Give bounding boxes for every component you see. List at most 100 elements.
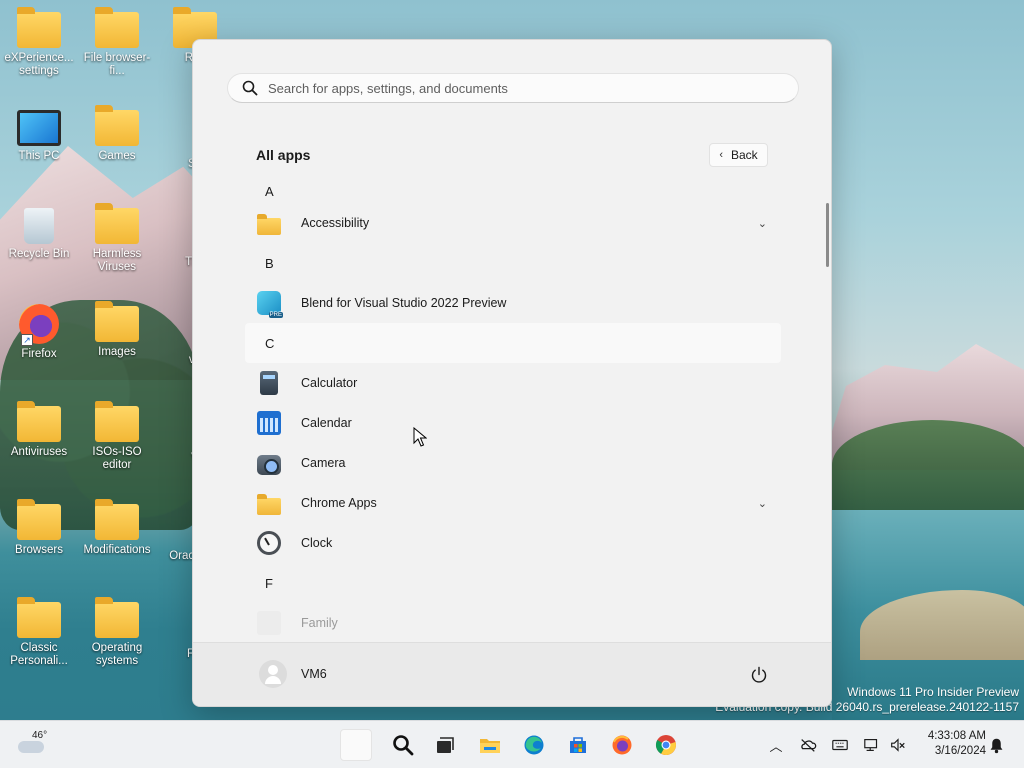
all-apps-title: All apps	[256, 147, 311, 163]
firefox-button[interactable]	[606, 729, 638, 761]
folder-icon	[257, 213, 281, 235]
search-icon	[242, 80, 258, 96]
network-icon[interactable]	[862, 735, 882, 755]
desktop-icon-harmless-viruses[interactable]: Harmless Viruses	[79, 203, 155, 274]
folder-icon	[257, 493, 281, 515]
keyboard-icon[interactable]	[830, 735, 850, 755]
letter-header-label: F	[265, 575, 273, 591]
file-explorer-icon	[480, 739, 500, 753]
app-item-calendar[interactable]: Calendar	[245, 403, 781, 443]
task-view-button[interactable]	[429, 729, 461, 761]
letter-header-b[interactable]: B	[245, 243, 781, 283]
desktop-icon-modifications[interactable]: Modifications	[79, 499, 155, 557]
app-item-label: Family	[301, 616, 338, 630]
desktop-icon-games[interactable]: Games	[79, 105, 155, 163]
clock-date: 3/16/2024	[934, 745, 986, 757]
app-item-family[interactable]: Family	[245, 603, 781, 643]
desktop-icon-experience-settings[interactable]: eXPerience... settings	[1, 7, 77, 78]
chevron-down-icon[interactable]: ⌄	[758, 217, 767, 230]
app-item-label: Chrome Apps	[301, 496, 377, 510]
chevron-down-icon[interactable]: ⌄	[758, 497, 767, 510]
app-item-label: Calendar	[301, 416, 352, 430]
letter-header-label: C	[265, 335, 275, 351]
start-menu: All apps ‹ Back A Accessibility ⌄ B Blen…	[192, 39, 832, 707]
letter-header-c[interactable]: C	[245, 323, 781, 363]
desktop-icon-label: Images	[98, 346, 136, 358]
app-item-label: Camera	[301, 456, 346, 470]
desktop-icon-recycle-bin[interactable]: Recycle Bin	[1, 208, 77, 261]
notification-bell-icon[interactable]	[986, 735, 1006, 755]
store-button[interactable]	[562, 729, 594, 761]
app-item-blend[interactable]: Blend for Visual Studio 2022 Preview	[245, 283, 781, 323]
desktop-icon-images[interactable]: Images	[79, 301, 155, 359]
desktop-icon-label: Recycle Bin	[8, 248, 70, 260]
desktop-icon-label: ISOs-ISO editor	[92, 446, 142, 471]
app-item-label: Accessibility	[301, 216, 370, 230]
desktop-icon-label: Firefox	[21, 348, 57, 360]
file-explorer-button[interactable]	[474, 729, 506, 761]
desktop-icon-antiviruses[interactable]: Antiviruses	[1, 401, 77, 459]
start-search-box[interactable]	[227, 73, 799, 103]
firefox-icon	[612, 735, 632, 755]
onedrive-icon[interactable]	[798, 735, 818, 755]
clock-icon	[257, 531, 281, 555]
folder-icon	[17, 499, 61, 540]
desktop-icon-firefox[interactable]: ↗ Firefox	[1, 304, 77, 361]
app-item-chrome-apps[interactable]: Chrome Apps ⌄	[245, 483, 781, 523]
store-icon	[570, 737, 586, 753]
shortcut-arrow-icon: ↗	[21, 334, 33, 346]
chrome-icon	[655, 735, 676, 756]
folder-icon	[95, 499, 139, 540]
app-item-clock[interactable]: Clock	[245, 523, 781, 563]
edge-icon	[524, 735, 544, 755]
user-name[interactable]: VM6	[301, 667, 327, 681]
edge-button[interactable]	[518, 729, 550, 761]
back-button-label: Back	[730, 148, 758, 162]
recycle-bin-icon	[24, 208, 54, 244]
folder-icon	[17, 597, 61, 638]
taskbar-clock[interactable]: 4:33:08 AM 3/16/2024	[912, 729, 986, 759]
folder-icon	[95, 203, 139, 244]
folder-icon	[95, 301, 139, 342]
monitor-icon	[17, 110, 61, 146]
clock-time: 4:33:08 AM	[927, 730, 986, 742]
search-input[interactable]	[268, 80, 768, 96]
taskbar: 46° ︿ 4:33:08 AM 3/16/2024	[0, 720, 1024, 768]
letter-header-f[interactable]: F	[245, 563, 781, 603]
app-item-accessibility[interactable]: Accessibility ⌄	[245, 203, 781, 243]
taskbar-search-button[interactable]	[387, 729, 419, 761]
weather-widget[interactable]: 46°	[18, 730, 58, 759]
chevron-left-icon: ‹	[719, 149, 723, 161]
desktop-icon-classic-personalization[interactable]: Classic Personali...	[1, 597, 77, 668]
task-view-icon	[437, 737, 454, 753]
app-item-label: Calculator	[301, 376, 358, 390]
weather-temperature: 46°	[32, 730, 48, 741]
wallpaper-trees	[832, 420, 1024, 510]
user-avatar-icon[interactable]	[259, 660, 287, 688]
desktop-icon-label: Modifications	[83, 544, 151, 556]
desktop-icon-operating-systems[interactable]: Operating systems	[79, 597, 155, 668]
all-apps-list: A Accessibility ⌄ B Blend for Visual Stu…	[245, 171, 781, 643]
chrome-button[interactable]	[650, 729, 682, 761]
volume-icon[interactable]	[888, 735, 908, 755]
chevron-up-icon[interactable]: ︿	[766, 735, 786, 755]
blend-icon	[257, 291, 283, 318]
app-item-calculator[interactable]: Calculator	[245, 363, 781, 403]
folder-icon	[17, 401, 61, 442]
start-button[interactable]	[340, 729, 372, 761]
back-button[interactable]: ‹ Back	[709, 143, 768, 167]
calendar-icon	[257, 411, 281, 435]
desktop-icon-label: Operating systems	[91, 642, 143, 667]
desktop-icon-isos-iso-editor[interactable]: ISOs-ISO editor	[79, 401, 155, 472]
desktop-icon-browsers[interactable]: Browsers	[1, 499, 77, 557]
mouse-cursor-icon	[413, 427, 427, 447]
search-icon	[393, 735, 414, 756]
start-footer: VM6	[193, 642, 831, 706]
desktop-icon-label: Browsers	[15, 544, 63, 556]
power-icon[interactable]	[749, 665, 769, 685]
desktop-icon-this-pc[interactable]: This PC	[1, 110, 77, 163]
desktop-icon-file-browser[interactable]: File browser-fi...	[79, 7, 155, 78]
scrollbar-thumb[interactable]	[826, 203, 829, 267]
app-item-camera[interactable]: Camera	[245, 443, 781, 483]
folder-icon	[17, 7, 61, 48]
